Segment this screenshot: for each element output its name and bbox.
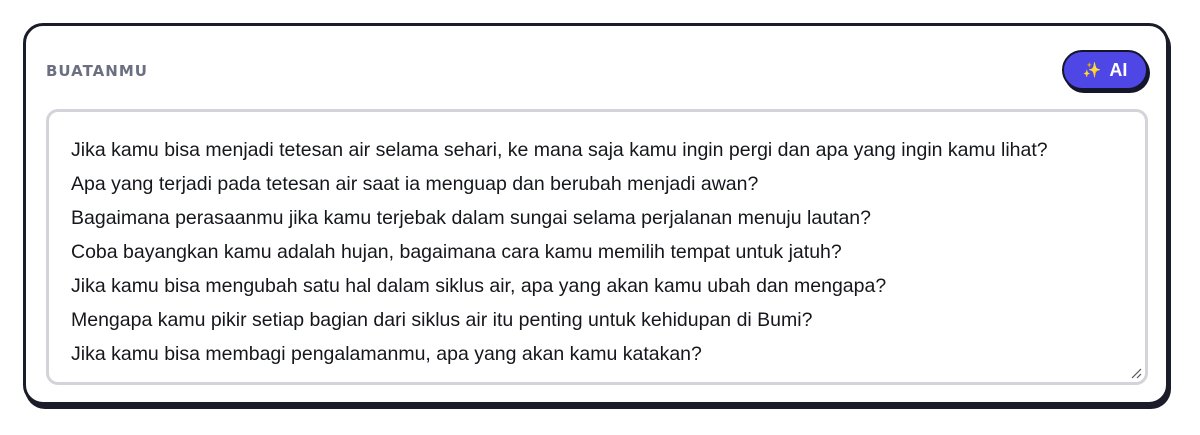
prompt-textarea[interactable]: Jika kamu bisa menjadi tetesan air selam… — [46, 109, 1148, 385]
resize-handle-icon[interactable] — [1130, 367, 1142, 379]
prompt-textarea-value[interactable]: Jika kamu bisa menjadi tetesan air selam… — [71, 133, 1111, 371]
sparkle-icon: ✨ — [1082, 60, 1102, 79]
prompt-card: BUATANMU ✨ AI Jika kamu bisa menjadi tet… — [23, 23, 1169, 405]
ai-button-label: AI — [1109, 60, 1128, 80]
section-label: BUATANMU — [46, 62, 148, 80]
ai-button[interactable]: ✨ AI — [1062, 50, 1148, 90]
